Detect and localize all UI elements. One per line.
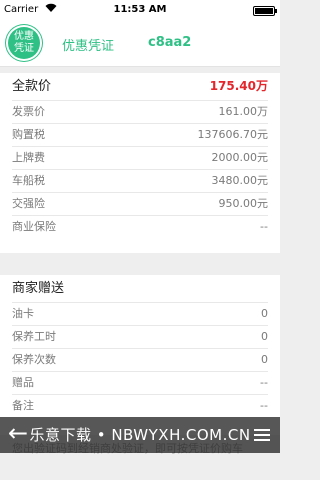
item-label: 保养次数 — [12, 353, 56, 366]
clock: 11:53 AM — [113, 4, 167, 15]
watermark-text: 乐意下载 • NBWYXH.COM.CN — [29, 426, 251, 444]
item-value: 950.00元 — [218, 197, 269, 210]
item-value: -- — [260, 376, 268, 389]
total-price-value: 175.40万 — [209, 79, 268, 93]
list-item: 赠品 -- — [12, 372, 268, 395]
total-price-label: 全款价 — [12, 79, 52, 94]
menu-icon[interactable] — [254, 429, 270, 441]
item-label: 交强险 — [12, 197, 45, 210]
page-title: 优惠凭证 — [62, 39, 115, 54]
item-value: 161.00万 — [218, 105, 269, 118]
list-item: 交强险 950.00元 — [12, 193, 268, 216]
list-item: 发票价 161.00万 — [12, 101, 268, 124]
badge-label: 优惠凭证 — [14, 31, 34, 54]
item-value: 0 — [261, 330, 268, 343]
item-label: 上牌费 — [12, 151, 45, 164]
battery-icon — [253, 6, 277, 16]
item-label: 油卡 — [12, 307, 34, 320]
header: 优惠凭证 优惠凭证 c8aa2 — [0, 20, 280, 67]
total-price-row: 全款价 175.40万 — [12, 73, 268, 101]
coupon-badge-icon: 优惠凭证 — [6, 25, 42, 61]
list-item: 油卡 0 — [12, 303, 268, 326]
item-label: 备注 — [12, 399, 34, 412]
list-item: 购置税 137606.70元 — [12, 124, 268, 147]
list-item: 保养工时 0 — [12, 326, 268, 349]
item-label: 车船税 — [12, 174, 45, 187]
status-bar: Carrier 11:53 AM — [0, 0, 280, 20]
item-label: 保养工时 — [12, 330, 56, 343]
item-value: 0 — [261, 353, 268, 366]
list-item: 商业保险 -- — [12, 216, 268, 238]
gift-section: 商家赠送 油卡 0 保养工时 0 保养次数 0 赠品 -- 备注 -- — [0, 275, 280, 435]
coupon-code: c8aa2 — [148, 35, 192, 50]
bottom-bar: ← 乐意下载 • NBWYXH.COM.CN — [0, 417, 280, 453]
item-label: 赠品 — [12, 376, 34, 389]
item-value: 0 — [261, 307, 268, 320]
price-section: 全款价 175.40万 发票价 161.00万 购置税 137606.70元 上… — [0, 73, 280, 253]
list-item: 保养次数 0 — [12, 349, 268, 372]
item-label: 商业保险 — [12, 220, 56, 233]
item-value: -- — [260, 220, 268, 233]
list-item: 备注 -- — [12, 395, 268, 417]
item-value: 2000.00元 — [211, 151, 269, 164]
list-item: 车船税 3480.00元 — [12, 170, 268, 193]
item-value: 137606.70元 — [197, 128, 269, 141]
list-item: 上牌费 2000.00元 — [12, 147, 268, 170]
gift-section-title-row: 商家赠送 — [12, 275, 268, 303]
item-label: 购置税 — [12, 128, 45, 141]
item-label: 发票价 — [12, 105, 45, 118]
item-value: 3480.00元 — [211, 174, 269, 187]
item-value: -- — [260, 399, 268, 412]
gift-section-title: 商家赠送 — [12, 281, 65, 296]
